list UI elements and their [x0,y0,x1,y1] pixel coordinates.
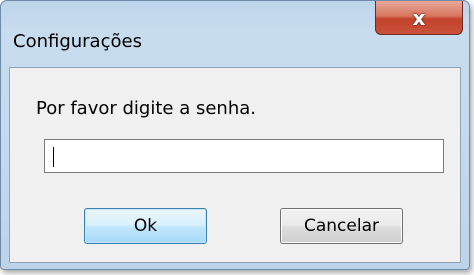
cancel-button[interactable]: Cancelar [280,208,403,244]
password-prompt-label: Por favor digite a senha. [36,98,256,119]
close-icon: x [412,5,426,30]
password-input[interactable] [44,139,444,173]
configuracoes-dialog: Configurações x Por favor digite a senha… [0,0,470,270]
window-title: Configurações [13,31,142,52]
dialog-body: Por favor digite a senha. Ok Cancelar [9,67,461,263]
ok-button[interactable]: Ok [84,208,207,244]
close-button[interactable]: x [375,1,463,35]
title-bar[interactable]: Configurações x [1,1,469,59]
text-caret [53,147,54,167]
